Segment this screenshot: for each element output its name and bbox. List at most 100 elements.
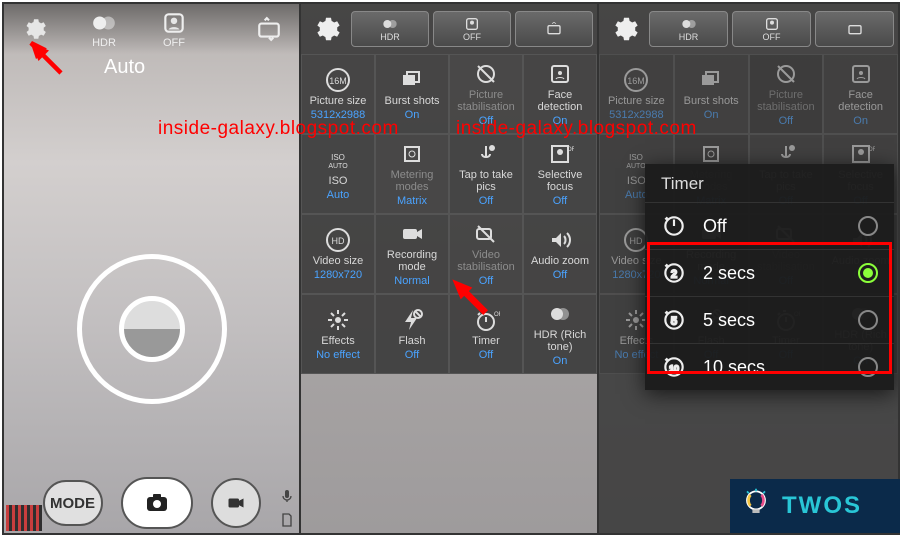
setting-cell-hdr-rich-tone-[interactable]: HDR (Rich tone) On xyxy=(523,294,597,374)
hdr-toggle-icon[interactable]: HDR xyxy=(84,9,124,49)
switch-cam-tab-3[interactable] xyxy=(815,11,894,47)
timer-option-icon: 10 xyxy=(661,354,687,380)
setting-value: Auto xyxy=(327,189,350,201)
setting-label: Selective focus xyxy=(526,169,594,193)
settings-gear-tab-3[interactable] xyxy=(603,11,645,47)
svg-text:ISO: ISO xyxy=(629,153,643,162)
selfocus-icon: OFF xyxy=(545,141,575,167)
mode-button[interactable]: MODE xyxy=(43,480,103,526)
svg-text:10: 10 xyxy=(669,363,679,373)
face-tab-label: OFF xyxy=(463,32,481,42)
setting-label: Video size xyxy=(313,255,364,267)
setting-cell-face-detection[interactable]: Face detectionOn xyxy=(523,54,597,134)
storage-mic-indicators xyxy=(279,487,295,529)
focus-inner-circle xyxy=(119,296,185,362)
radio-indicator xyxy=(858,263,878,283)
camera-timer-popup-screen: HDR OFF 16MPicture size5312x2988Burst sh… xyxy=(599,4,898,533)
meter-icon xyxy=(696,141,726,167)
setting-label: Picture size xyxy=(310,95,367,107)
timer-option-10-secs[interactable]: 10 10 secs xyxy=(645,343,894,390)
annotation-arrow-to-timer xyxy=(449,276,489,321)
setting-value: Off xyxy=(479,115,493,127)
setting-label: HDR (Rich tone) xyxy=(526,329,594,353)
setting-cell-iso[interactable]: ISOAUTOISO Auto xyxy=(301,134,375,214)
setting-value: On xyxy=(553,355,568,367)
timer-option-5-secs[interactable]: 5 5 secs xyxy=(645,296,894,343)
mic-icon xyxy=(279,487,295,505)
switch-cam-tab[interactable] xyxy=(515,11,593,47)
setting-cell-picture-size[interactable]: 16MPicture size5312x2988 xyxy=(301,54,375,134)
twos-badge: TWOS xyxy=(730,479,900,533)
setting-cell-picture-stabilisation[interactable]: Picture stabilisation Off xyxy=(449,54,523,134)
svg-text:AUTO: AUTO xyxy=(627,163,647,170)
timer-option-2-secs[interactable]: 2 2 secs xyxy=(645,249,894,296)
setting-cell-video-size[interactable]: HDVideo size1280x720 xyxy=(301,214,375,294)
svg-text:ISO: ISO xyxy=(331,153,345,162)
radio-indicator xyxy=(858,310,878,330)
face-detect-off-icon[interactable]: OFF xyxy=(154,9,194,49)
stab-icon xyxy=(771,61,801,87)
face-tab-label-3: OFF xyxy=(763,32,781,42)
setting-cell-burst-shots[interactable]: Burst shots On xyxy=(375,54,449,134)
timer-option-label: 10 secs xyxy=(703,357,765,378)
HD-icon: HD xyxy=(323,227,353,253)
face-tab-3[interactable]: OFF xyxy=(732,11,811,47)
annotation-arrow-to-gear xyxy=(28,40,64,81)
gallery-thumbnail[interactable] xyxy=(6,505,42,531)
setting-cell-effects[interactable]: EffectsNo effect xyxy=(301,294,375,374)
svg-text:HD: HD xyxy=(630,236,643,246)
hdr-tab-label: HDR xyxy=(380,32,400,42)
ISO-icon: ISOAUTO xyxy=(323,147,353,173)
record-video-button[interactable] xyxy=(211,478,261,528)
settings-gear-tab[interactable] xyxy=(305,11,347,47)
setting-label: Picture stabilisation xyxy=(452,89,520,113)
setting-cell-flash[interactable]: FlashOff xyxy=(375,294,449,374)
settings-grid: 16MPicture size5312x2988Burst shotsOnPic… xyxy=(301,54,597,374)
timer-option-label: 2 secs xyxy=(703,263,755,284)
settings-top-tabs-3: HDR OFF xyxy=(599,4,898,54)
setting-value: On xyxy=(405,109,420,121)
timer-popup: Timer Off22 secs55 secs1010 secs xyxy=(645,164,894,390)
radio-indicator xyxy=(858,357,878,377)
camera-viewfinder-screen: HDR OFF Auto MODE xyxy=(4,4,301,533)
timer-option-icon: 5 xyxy=(661,307,687,333)
timer-option-label: 5 secs xyxy=(703,310,755,331)
setting-cell-recording-mode[interactable]: Recording modeNormal xyxy=(375,214,449,294)
setting-cell-dimmed: Burst shotsOn xyxy=(674,54,749,134)
meter-icon xyxy=(397,141,427,167)
stab-icon xyxy=(471,61,501,87)
setting-cell-metering-modes[interactable]: Metering modesMatrix xyxy=(375,134,449,214)
face-off-label: OFF xyxy=(163,37,185,49)
svg-text:16M: 16M xyxy=(628,76,646,86)
switch-camera-icon[interactable] xyxy=(249,9,289,49)
hdr-tab[interactable]: HDR xyxy=(351,11,429,47)
hdr-tab-3[interactable]: HDR xyxy=(649,11,728,47)
timer-option-icon xyxy=(661,213,687,239)
fx-icon xyxy=(323,307,353,333)
setting-label: Burst shots xyxy=(384,95,439,107)
setting-label: Timer xyxy=(472,335,500,347)
lightbulb-icon xyxy=(738,486,774,527)
setting-value: 5312x2988 xyxy=(311,109,365,121)
setting-label: Audio zoom xyxy=(531,255,589,267)
timer-option-icon: 2 xyxy=(661,260,687,286)
setting-cell-dimmed: 16MPicture size5312x2988 xyxy=(599,54,674,134)
setting-label: Metering modes xyxy=(378,169,446,193)
face-icon xyxy=(545,61,575,87)
16M-icon: 16M xyxy=(621,67,651,93)
setting-label: Flash xyxy=(399,335,426,347)
vstab-icon xyxy=(471,221,501,247)
setting-cell-audio-zoom[interactable]: Audio zoomOff xyxy=(523,214,597,294)
shutter-button[interactable] xyxy=(121,477,193,529)
setting-value: Off xyxy=(479,195,493,207)
hdr-label: HDR xyxy=(92,37,116,49)
setting-value: No effect xyxy=(316,349,360,361)
hdrrich-icon xyxy=(545,301,575,327)
face-tab[interactable]: OFF xyxy=(433,11,511,47)
setting-cell-selective-focus[interactable]: OFFSelective focusOff xyxy=(523,134,597,214)
settings-top-tabs: HDR OFF xyxy=(301,4,597,54)
tap-icon xyxy=(471,141,501,167)
setting-value: Normal xyxy=(394,275,429,287)
timer-option-off[interactable]: Off xyxy=(645,202,894,249)
setting-cell-tap-to-take-pics[interactable]: Tap to take picsOff xyxy=(449,134,523,214)
